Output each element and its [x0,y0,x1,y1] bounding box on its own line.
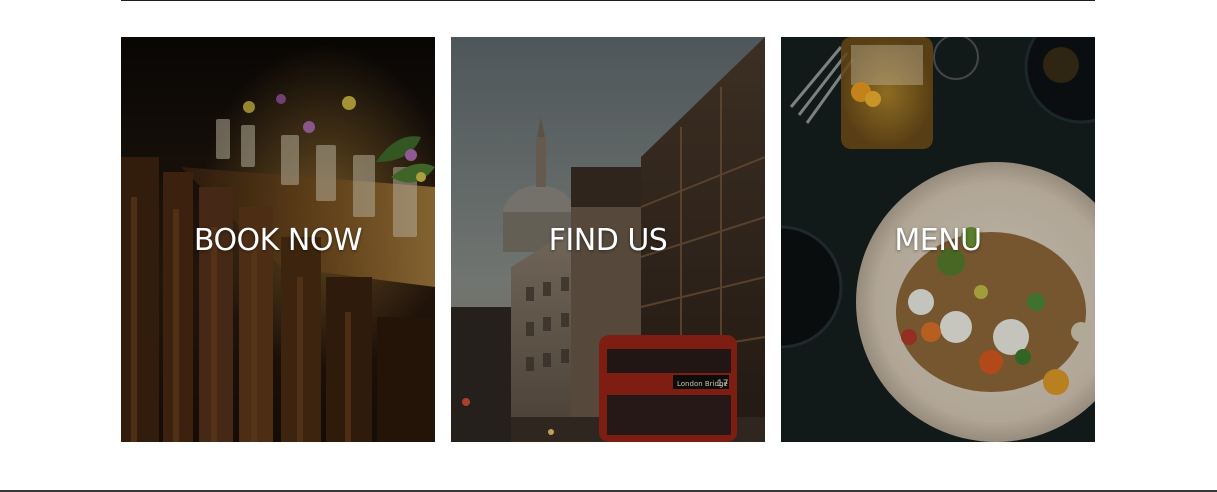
top-divider [121,0,1095,1]
book-now-tile[interactable]: BOOK NOW [121,37,435,442]
feature-tiles: BOOK NOW London Bridge 17 FIND US MENU [121,37,1095,442]
menu-label: MENU [894,223,982,258]
find-us-tile[interactable]: London Bridge 17 FIND US [451,37,765,442]
find-us-label: FIND US [548,223,668,258]
book-now-label: BOOK NOW [193,223,363,258]
menu-tile[interactable]: MENU [781,37,1095,442]
